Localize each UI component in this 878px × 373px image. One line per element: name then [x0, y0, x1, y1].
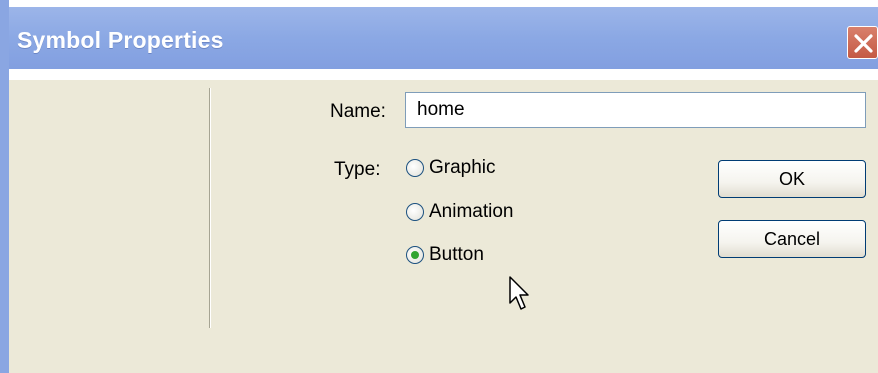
- radio-button-label: Button: [429, 244, 484, 265]
- radio-animation-label: Animation: [429, 201, 514, 222]
- radio-graphic[interactable]: [406, 159, 424, 177]
- name-label: Name:: [330, 101, 386, 122]
- name-input[interactable]: [405, 92, 866, 128]
- dialog-body: Name: Type: Graphic Animation Button OK …: [9, 80, 878, 373]
- symbol-properties-dialog: Symbol Properties Name: Type: Graphic An…: [0, 0, 878, 373]
- type-option-animation[interactable]: Animation: [406, 197, 514, 227]
- dialog-title: Symbol Properties: [17, 27, 224, 53]
- close-icon: [854, 34, 873, 53]
- type-option-graphic[interactable]: Graphic: [406, 153, 496, 183]
- type-label: Type:: [334, 159, 381, 180]
- cancel-button[interactable]: Cancel: [718, 220, 866, 258]
- separator-line: [209, 88, 211, 328]
- ok-button[interactable]: OK: [718, 160, 866, 198]
- radio-graphic-label: Graphic: [429, 157, 496, 178]
- title-bar[interactable]: Symbol Properties: [9, 0, 878, 80]
- mouse-pointer-icon: [509, 276, 529, 310]
- radio-animation[interactable]: [406, 203, 424, 221]
- close-button[interactable]: [847, 26, 878, 59]
- type-option-button[interactable]: Button: [406, 240, 484, 270]
- radio-button[interactable]: [406, 246, 424, 264]
